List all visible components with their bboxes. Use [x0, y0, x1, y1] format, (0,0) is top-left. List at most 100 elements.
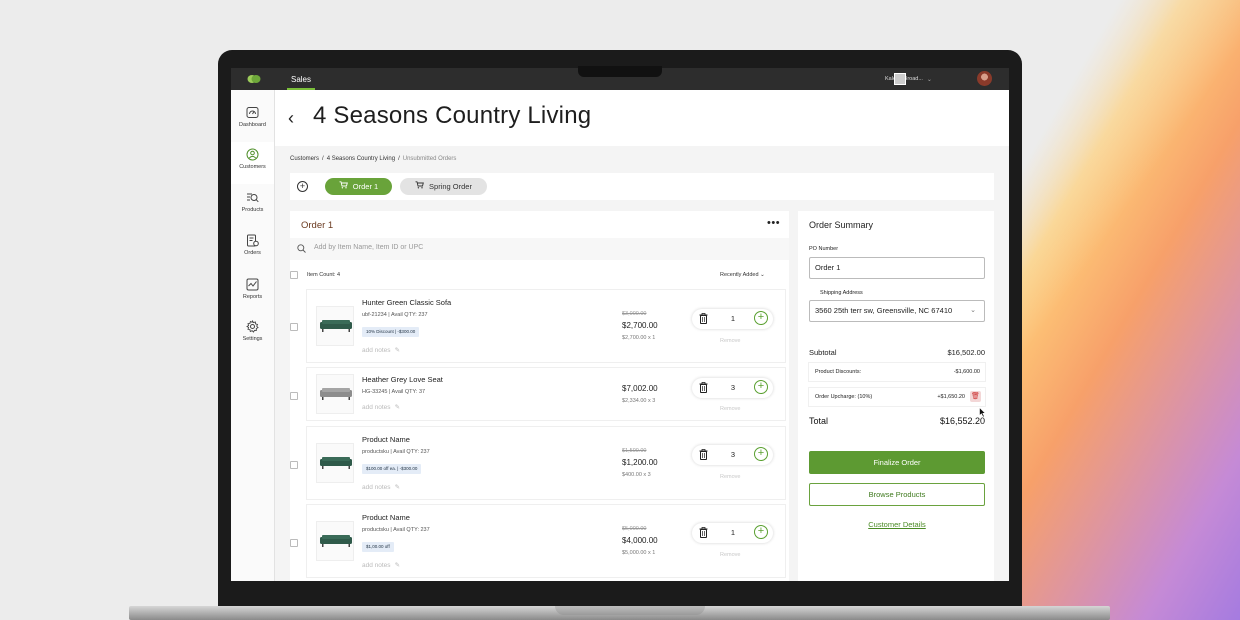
trash-icon[interactable] — [699, 449, 708, 460]
upcharge-label: Order Upcharge: (10%) — [815, 394, 873, 400]
item-name[interactable]: Heather Grey Love Seat — [362, 375, 443, 384]
orders-icon — [247, 234, 259, 247]
breadcrumb-customers[interactable]: Customers — [290, 156, 319, 162]
item-search[interactable]: Add by Item Name, Item ID or UPC — [290, 238, 789, 260]
sidebar: Dashboard Customers Products Orders Repo… — [231, 90, 275, 581]
sidebar-item-orders[interactable]: Orders — [231, 228, 274, 270]
breadcrumb-separator: / — [322, 156, 324, 162]
main-content: ‹ 4 Seasons Country Living Customers/4 S… — [275, 90, 1009, 581]
subtotal-row: Subtotal $16,502.00 — [809, 348, 985, 357]
shipping-address-select[interactable]: 3560 25th terr sw, Greensville, NC 67410… — [809, 300, 985, 322]
sidebar-item-label: Products — [241, 207, 264, 213]
quantity-value[interactable]: 3 — [728, 383, 738, 392]
products-icon — [247, 193, 259, 203]
increase-quantity-icon[interactable]: + — [754, 525, 768, 539]
tab-order-1[interactable]: Order 1 — [325, 178, 392, 195]
item-price: $4,000.00 — [622, 536, 658, 545]
item-checkbox[interactable] — [290, 461, 298, 469]
browse-products-button[interactable]: Browse Products — [809, 483, 985, 506]
breadcrumb-separator: / — [398, 156, 400, 162]
add-notes[interactable]: add notes ✎ — [362, 483, 400, 491]
sidebar-item-dashboard[interactable]: Dashboard — [231, 100, 274, 142]
discount-badge: $100.00 off ea. | -$300.00 — [362, 464, 422, 474]
order-summary: Order Summary PO Number Order 1 Shipping… — [798, 211, 994, 581]
order-title: Order 1 — [301, 220, 334, 231]
pencil-icon: ✎ — [394, 484, 401, 491]
original-price: $3,000.00 — [622, 311, 647, 317]
reports-icon — [246, 278, 259, 291]
subtotal-label: Subtotal — [809, 348, 837, 357]
tab-spring-order[interactable]: Spring Order — [400, 178, 487, 195]
back-arrow-icon[interactable]: ‹ — [288, 108, 294, 129]
product-image — [316, 306, 354, 346]
item-name[interactable]: Hunter Green Classic Sofa — [362, 298, 451, 307]
search-input[interactable]: Add by Item Name, Item ID or UPC — [314, 244, 423, 251]
avatar[interactable] — [977, 71, 992, 86]
sort-value: Recently Added — [720, 272, 759, 278]
breadcrumb: Customers/4 Seasons Country Living / Unsub… — [290, 156, 456, 162]
remove-link[interactable]: Remove — [720, 406, 740, 412]
remove-link[interactable]: Remove — [720, 552, 740, 558]
dashboard-icon — [246, 107, 259, 118]
finalize-order-button[interactable]: Finalize Order — [809, 451, 985, 474]
add-order-icon[interactable]: + — [297, 181, 308, 192]
more-options-icon[interactable]: ••• — [767, 217, 780, 229]
add-notes[interactable]: add notes ✎ — [362, 403, 400, 411]
subtotal-value: $16,502.00 — [947, 348, 985, 357]
item-checkbox[interactable] — [290, 539, 298, 547]
search-icon — [297, 244, 306, 253]
remove-link[interactable]: Remove — [720, 338, 740, 344]
trash-icon[interactable] — [699, 527, 708, 538]
item-sku: productsku | Avail QTY: 237 — [362, 449, 430, 455]
item-name[interactable]: Product Name — [362, 435, 410, 444]
trash-icon[interactable] — [699, 382, 708, 393]
sidebar-item-label: Dashboard — [239, 122, 266, 128]
pencil-icon: ✎ — [394, 347, 401, 354]
quantity-stepper: 1 + — [692, 309, 773, 329]
mouse-cursor-icon — [979, 407, 986, 418]
item-checkbox[interactable] — [290, 392, 298, 400]
trash-icon[interactable] — [699, 313, 708, 324]
sidebar-item-reports[interactable]: Reports — [231, 272, 274, 314]
notes-label: add notes — [362, 484, 391, 491]
quantity-value[interactable]: 1 — [728, 314, 738, 323]
breadcrumb-current: Unsubmitted Orders — [402, 156, 457, 162]
increase-quantity-icon[interactable]: + — [754, 380, 768, 394]
list-item: Product Name productsku | Avail QTY: 237… — [307, 427, 785, 499]
product-image — [316, 521, 354, 561]
account-image — [894, 73, 906, 85]
po-number-label: PO Number — [809, 246, 839, 252]
item-name[interactable]: Product Name — [362, 513, 410, 522]
quantity-stepper: 3 + — [692, 378, 773, 398]
breadcrumb-customer[interactable]: 4 Seasons Country Living — [327, 156, 395, 162]
user-menu[interactable]: Kaleen Broad... ⌄ — [885, 72, 932, 86]
select-all-checkbox[interactable] — [290, 271, 298, 279]
sort-dropdown[interactable]: Recently Added ⌄ — [720, 272, 765, 278]
sidebar-item-customers[interactable]: Customers — [231, 142, 274, 184]
app-screen: Sales Kaleen Broad... ⌄ Dashboard Custom… — [231, 68, 1009, 581]
delete-upcharge-icon[interactable]: 🗑 — [970, 391, 981, 402]
laptop-base-notch — [555, 606, 705, 615]
quantity-stepper: 3 + — [692, 445, 773, 465]
item-checkbox[interactable] — [290, 323, 298, 331]
original-price: $1,500.00 — [622, 448, 647, 454]
quantity-value[interactable]: 1 — [728, 528, 738, 537]
quantity-value[interactable]: 3 — [728, 450, 738, 459]
add-notes[interactable]: add notes ✎ — [362, 346, 400, 354]
tab-sales[interactable]: Sales — [287, 68, 315, 90]
add-notes[interactable]: add notes ✎ — [362, 561, 400, 569]
increase-quantity-icon[interactable]: + — [754, 311, 768, 325]
total-label: Total — [809, 416, 829, 426]
remove-link[interactable]: Remove — [720, 474, 740, 480]
increase-quantity-icon[interactable]: + — [754, 447, 768, 461]
upcharge-value: +$1,650.20 — [937, 394, 965, 400]
order-tabs-bar: + Order 1 Spring Order — [290, 173, 994, 200]
pencil-icon: ✎ — [394, 404, 401, 411]
discount-value: -$1,600.00 — [953, 369, 980, 375]
sidebar-item-products[interactable]: Products — [231, 185, 274, 227]
app-logo-icon[interactable] — [247, 73, 261, 85]
sidebar-item-label: Orders — [244, 250, 261, 256]
customer-details-link[interactable]: Customer Details — [809, 520, 985, 529]
po-number-field[interactable]: Order 1 — [809, 257, 985, 279]
sidebar-item-settings[interactable]: Settings — [231, 314, 274, 356]
